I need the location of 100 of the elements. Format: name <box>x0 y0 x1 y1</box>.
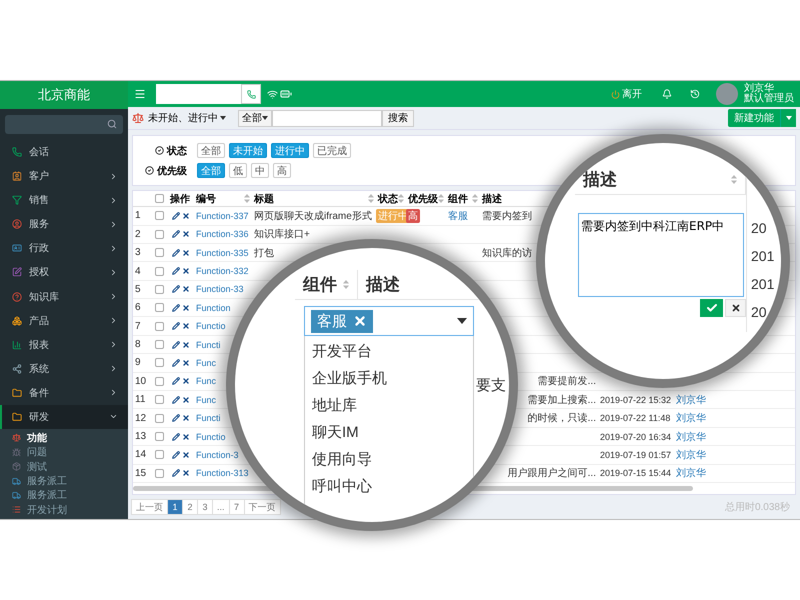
nav-item[interactable]: 会话 <box>0 140 128 164</box>
function-link[interactable]: Func <box>194 394 218 405</box>
column-header[interactable]: 状态 <box>376 191 406 206</box>
nav-item[interactable]: 销售 <box>0 188 128 212</box>
delete-icon[interactable] <box>182 230 190 238</box>
edit-icon[interactable] <box>172 267 180 275</box>
cancel-button[interactable] <box>725 299 746 317</box>
function-link[interactable]: Functi <box>194 413 223 424</box>
edit-icon[interactable] <box>172 340 180 349</box>
status-link[interactable]: 离开 <box>611 87 642 102</box>
edit-icon[interactable] <box>172 469 180 478</box>
nav-item[interactable]: 知识库 <box>0 284 128 309</box>
component-select[interactable]: 客服 <box>304 306 474 336</box>
page-button[interactable]: 1 <box>167 499 183 515</box>
scope-select[interactable]: 全部 <box>238 110 272 127</box>
function-link[interactable]: Func <box>194 358 218 368</box>
dropdown-option[interactable]: 呼叫中心 <box>305 473 473 500</box>
dropdown-option[interactable]: 开发平台 <box>305 338 473 365</box>
checkbox[interactable] <box>154 284 164 294</box>
delete-icon[interactable] <box>182 396 190 404</box>
nav-subitem[interactable]: 测试 <box>0 459 128 474</box>
column-header[interactable]: 编号 <box>194 191 252 206</box>
page-button[interactable]: 2 <box>182 499 198 515</box>
component-link[interactable]: 客服 <box>446 208 470 223</box>
bell-icon[interactable] <box>662 89 672 100</box>
nav-item[interactable]: 备件 <box>0 380 128 405</box>
owner-link[interactable]: 刘京华 <box>674 448 708 462</box>
delete-icon[interactable] <box>182 212 190 220</box>
filter-chip[interactable]: 已完成 <box>313 143 351 158</box>
edit-icon[interactable] <box>172 212 180 220</box>
edit-icon[interactable] <box>172 285 180 294</box>
delete-icon[interactable] <box>182 358 190 367</box>
nav-item[interactable]: 研发 <box>0 404 128 429</box>
call-button[interactable] <box>241 84 261 104</box>
function-link[interactable]: Functio <box>194 321 228 332</box>
checkbox[interactable] <box>154 414 164 423</box>
checkbox[interactable] <box>154 230 164 239</box>
delete-icon[interactable] <box>182 267 190 275</box>
nav-item[interactable]: 产品 <box>0 308 128 333</box>
checkbox[interactable] <box>154 376 164 386</box>
filter-chip[interactable]: 低 <box>229 163 247 178</box>
checkbox[interactable] <box>154 395 164 404</box>
function-link[interactable]: Function-335 <box>194 248 251 258</box>
edit-icon[interactable] <box>172 377 180 386</box>
delete-icon[interactable] <box>182 377 190 386</box>
nav-item[interactable]: 报表 <box>0 332 128 357</box>
function-link[interactable]: Func <box>194 376 218 386</box>
nav-subitem[interactable]: 服务派工 <box>0 474 128 488</box>
function-link[interactable]: Function-332 <box>194 266 251 276</box>
delete-icon[interactable] <box>182 248 190 257</box>
edit-icon[interactable] <box>172 322 180 330</box>
delete-icon[interactable] <box>182 450 190 459</box>
checkbox[interactable] <box>154 211 164 220</box>
filter-chip[interactable]: 全部 <box>197 163 225 178</box>
edit-icon[interactable] <box>172 432 180 441</box>
nav-item[interactable]: 系统 <box>0 356 128 381</box>
function-link[interactable]: Functio <box>194 432 228 442</box>
owner-link[interactable]: 刘京华 <box>674 392 708 407</box>
edit-icon[interactable] <box>172 414 180 422</box>
column-header[interactable]: 优先级 <box>406 191 446 206</box>
column-header[interactable]: 组件 <box>446 191 480 206</box>
owner-link[interactable]: 刘京华 <box>674 466 708 480</box>
prev-page-button[interactable]: 上一页 <box>131 499 168 515</box>
dropdown-option[interactable]: 企业版手机 <box>305 365 473 392</box>
column-header[interactable]: 标题 <box>252 191 376 206</box>
filter-chip[interactable]: 未开始 <box>229 143 267 158</box>
page-button[interactable]: 7 <box>228 499 245 515</box>
function-link[interactable]: Function-3 <box>194 450 241 460</box>
page-button[interactable]: ... <box>212 499 230 515</box>
view-dropdown[interactable]: 未开始、进行中 <box>148 111 226 126</box>
checkbox[interactable] <box>154 248 164 258</box>
edit-icon[interactable] <box>172 230 180 238</box>
delete-icon[interactable] <box>182 304 190 312</box>
owner-link[interactable]: 刘京华 <box>674 411 708 426</box>
dropdown-option[interactable]: 地址库 <box>305 392 473 419</box>
remove-icon[interactable] <box>353 314 367 328</box>
checkbox[interactable] <box>154 194 164 204</box>
dropdown-option[interactable]: 聊天IM <box>305 419 473 446</box>
nav-subitem[interactable]: 问题 <box>0 445 128 460</box>
checkbox[interactable] <box>154 432 164 442</box>
checkbox[interactable] <box>154 303 164 312</box>
checkbox[interactable] <box>154 450 164 460</box>
filter-chip[interactable]: 全部 <box>197 143 225 158</box>
owner-link[interactable]: 刘京华 <box>674 430 708 444</box>
new-button[interactable]: 新建功能 <box>728 109 780 128</box>
dropdown-option[interactable]: 使用向导 <box>305 446 473 473</box>
nav-item[interactable]: 客户 <box>0 164 128 188</box>
checkbox[interactable] <box>154 358 164 368</box>
sidebar-search-field[interactable] <box>5 114 123 134</box>
delete-icon[interactable] <box>182 432 190 441</box>
nav-item[interactable]: 服务 <box>0 212 128 236</box>
checkbox[interactable] <box>154 266 164 276</box>
function-link[interactable]: Function <box>194 302 233 313</box>
menu-icon[interactable] <box>134 88 146 100</box>
nav-subitem[interactable]: 开发计划 <box>0 502 128 518</box>
filter-chip[interactable]: 高 <box>273 163 291 178</box>
nav-subitem[interactable]: 功能 <box>0 430 128 446</box>
function-link[interactable]: Functi <box>194 340 223 350</box>
filter-chip[interactable]: 进行中 <box>271 143 309 158</box>
delete-icon[interactable] <box>182 340 190 349</box>
